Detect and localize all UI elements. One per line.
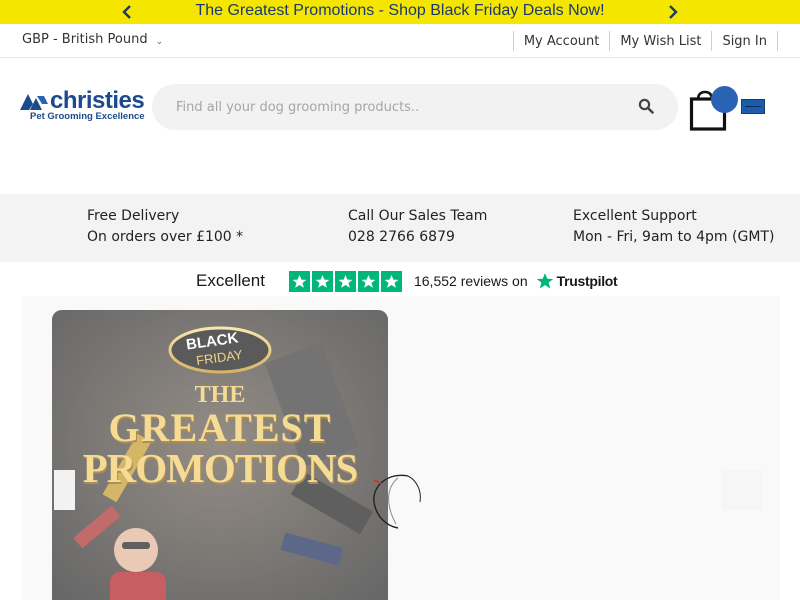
- search-icon: [638, 98, 654, 114]
- hero-slider: BLACK FRIDAY THE GREATEST PROMOTIONS: [22, 296, 780, 600]
- currency-switcher[interactable]: GBP - British Pound ⌄: [22, 32, 163, 47]
- search-input[interactable]: [176, 96, 616, 118]
- star-icon: [311, 270, 333, 292]
- usp-delivery: Free Delivery On orders over £100 *: [87, 206, 243, 248]
- search-button[interactable]: [638, 98, 656, 116]
- usp-support: Excellent Support Mon - Fri, 9am to 4pm …: [573, 206, 774, 248]
- trustpilot-review-count: 16,552 reviews on: [413, 273, 528, 289]
- promo-link[interactable]: The Greatest Promotions - Shop Black Fri…: [150, 2, 650, 20]
- account-links: My Account My Wish List Sign In: [512, 31, 778, 51]
- cart-count-badge: [711, 86, 738, 113]
- logo-tagline: Pet Grooming Excellence: [30, 111, 145, 122]
- logo-mark-icon: [20, 94, 48, 110]
- star-icon: [288, 270, 310, 292]
- menu-button[interactable]: [741, 99, 765, 114]
- usp-strip: Free Delivery On orders over £100 * Call…: [0, 194, 800, 262]
- promo-prev-button[interactable]: [115, 0, 139, 24]
- trustpilot-widget[interactable]: Excellent 16,552 reviews on Trustpilot: [196, 268, 618, 294]
- divider: [777, 31, 778, 51]
- loading-spinner-icon: [373, 474, 421, 529]
- sign-in-link[interactable]: Sign In: [712, 33, 777, 49]
- slider-prev-button[interactable]: [54, 470, 75, 510]
- trustpilot-stars: [288, 270, 402, 292]
- currency-label: GBP - British Pound: [22, 32, 148, 47]
- star-icon: [380, 270, 402, 292]
- hero-promo-banner[interactable]: BLACK FRIDAY THE GREATEST PROMOTIONS: [52, 310, 388, 600]
- usp-delivery-text: On orders over £100 *: [87, 229, 244, 245]
- usp-delivery-title: Free Delivery: [87, 208, 180, 224]
- trustpilot-star-icon: [536, 273, 553, 289]
- star-icon: [334, 270, 356, 292]
- top-links-bar: GBP - British Pound ⌄ My Account My Wish…: [0, 24, 800, 58]
- christies-logo[interactable]: christies Pet Grooming Excellence: [20, 87, 152, 124]
- my-wish-list-link[interactable]: My Wish List: [610, 33, 711, 49]
- slider-next-button[interactable]: [722, 470, 762, 510]
- trustpilot-rating-word: Excellent: [196, 271, 265, 290]
- usp-sales-phone[interactable]: 028 2766 6879: [348, 227, 487, 248]
- menu-icon: [745, 106, 761, 107]
- promo-next-button[interactable]: [661, 0, 685, 24]
- my-account-link[interactable]: My Account: [514, 33, 610, 49]
- trustpilot-brand: Trustpilot: [556, 273, 618, 289]
- star-icon: [357, 270, 379, 292]
- chevron-down-icon: ⌄: [155, 36, 164, 47]
- chevron-right-icon: [669, 5, 678, 19]
- usp-sales: Call Our Sales Team 028 2766 6879: [348, 206, 487, 248]
- trustpilot-logo: Trustpilot: [536, 272, 618, 290]
- chevron-left-icon: [122, 5, 131, 19]
- search-bar: [152, 84, 678, 130]
- usp-sales-title: Call Our Sales Team: [348, 208, 488, 224]
- usp-support-hours: Mon - Fri, 9am to 4pm (GMT): [573, 229, 775, 245]
- promo-bar: The Greatest Promotions - Shop Black Fri…: [0, 0, 800, 24]
- usp-support-title: Excellent Support: [573, 208, 697, 224]
- hero-headline-line3: PROMOTIONS: [82, 445, 359, 491]
